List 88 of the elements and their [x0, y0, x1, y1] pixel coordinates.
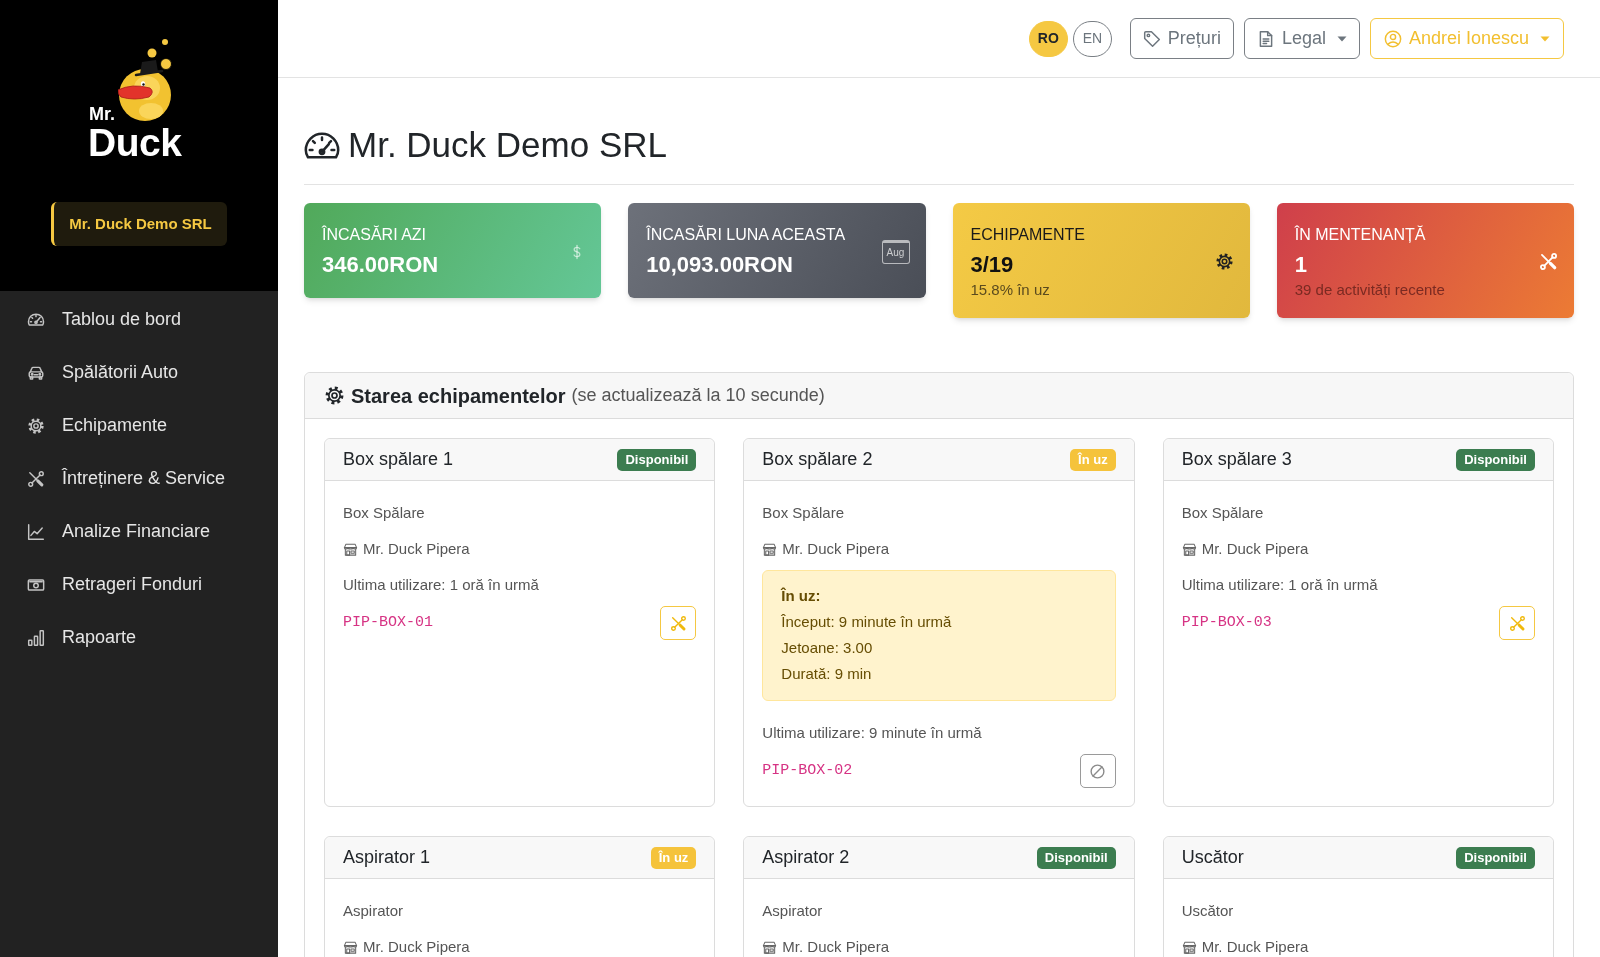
equipment-type: Box Spălare [343, 503, 426, 523]
pricing-button[interactable]: Prețuri [1129, 18, 1234, 59]
duck-logo-icon [118, 38, 174, 122]
sidebar-item[interactable]: Întreținere & Service [0, 452, 278, 505]
last-used-text: Ultima utilizare: 1 oră în urmă [1181, 575, 1379, 595]
session-detail: Durată: 9 min [781, 664, 873, 684]
caret-icon [1336, 35, 1347, 42]
stat-label: ÎNCASĂRI LUNA ACEASTA [646, 224, 846, 245]
location-label: Mr. Duck Pipera [782, 539, 890, 559]
location-label: Mr. Duck Pipera [1201, 539, 1309, 559]
equipment-code: PIP-BOX-01 [343, 613, 433, 633]
line-chart-icon [27, 522, 45, 541]
stat-label: ÎNCASĂRI AZI [322, 224, 428, 245]
maintenance-button[interactable] [1499, 606, 1535, 640]
session-detail: Început: 9 minute în urmă [781, 612, 953, 632]
maintenance-button[interactable] [660, 606, 697, 640]
stat-label: ÎN MENTENANȚĂ [1294, 224, 1427, 245]
last-used-text: Ultima utilizare: 9 minute în urmă [762, 723, 983, 743]
speedometer-icon [304, 130, 340, 160]
store-icon [1181, 541, 1197, 557]
page-title: Mr. Duck Demo SRL [348, 124, 667, 166]
card-title: Aspirator 1 [343, 846, 431, 869]
store-icon [762, 939, 778, 955]
equipment-type: Aspirator [343, 901, 405, 921]
store-icon [1181, 939, 1197, 955]
stat-note: 39 de activități recente [1294, 280, 1445, 300]
stat-label: ECHIPAMENTE [970, 225, 1085, 245]
panel-title: Starea echipamentelor [351, 383, 566, 409]
session-detail: Jetoane: 3.00 [781, 638, 874, 658]
logo-text: Mr. [89, 105, 115, 123]
equipment-type: Uscător [1181, 901, 1235, 921]
location-label: Mr. Duck Pipera [782, 937, 890, 957]
location-label: Mr. Duck Pipera [1201, 937, 1309, 957]
stop-button[interactable] [1079, 754, 1116, 788]
equipment-type: Box Spălare [1181, 503, 1265, 523]
location-label: Mr. Duck Pipera [363, 937, 470, 957]
card-title: Box spălare 1 [343, 448, 454, 471]
last-used-text: Ultima utilizare: 1 oră în urmă [343, 575, 540, 595]
tools-icon [1508, 614, 1526, 632]
card-title: Aspirator 2 [762, 846, 850, 869]
company-badge: Mr. Duck Demo SRL [51, 202, 227, 246]
stat-note: 15.8% în uz [970, 280, 1051, 300]
sidebar-item[interactable]: Retrageri Fonduri [0, 558, 278, 611]
location-label: Mr. Duck Pipera [363, 539, 470, 559]
panel-note: (se actualizează la 10 secunde) [571, 384, 825, 407]
stat-value: 3/19 [970, 251, 1015, 279]
calendar-icon: Aug [881, 239, 910, 264]
dropdown-button[interactable]: Legal [1243, 18, 1360, 59]
tools-icon [27, 469, 45, 488]
status-badge: Disponibil [1036, 846, 1116, 869]
store-icon [343, 541, 358, 557]
equipment-type: Aspirator [762, 901, 824, 921]
language-button[interactable]: RO [1028, 20, 1068, 57]
equipment-type: Box Spălare [762, 503, 846, 523]
gear-icon [1214, 252, 1234, 271]
status-badge: Disponibil [617, 448, 697, 471]
gear-icon [27, 416, 45, 435]
sidebar-item[interactable]: Rapoarte [0, 611, 278, 664]
tag-icon [1142, 29, 1161, 48]
card-title: Box spălare 2 [762, 448, 873, 471]
sidebar-item[interactable]: Spălătorii Auto [0, 346, 278, 399]
logo-text: Duck [88, 123, 182, 162]
gear-icon [324, 385, 345, 406]
sidebar-item[interactable]: Analize Financiare [0, 505, 278, 558]
speedometer-icon [27, 310, 45, 329]
stat-value: 346.00RON [322, 251, 439, 279]
card-title: Box spălare 3 [1181, 448, 1292, 471]
language-button[interactable]: EN [1072, 20, 1112, 57]
bar-chart-icon [27, 628, 45, 647]
sidebar-item[interactable]: Echipamente [0, 399, 278, 452]
status-badge: Disponibil [1456, 846, 1535, 869]
equipment-code: PIP-BOX-03 [1181, 613, 1272, 633]
status-badge: În uz [1070, 448, 1116, 471]
status-badge: În uz [650, 846, 697, 869]
ban-icon [1089, 762, 1107, 780]
tools-icon [669, 614, 687, 632]
equipment-code: PIP-BOX-02 [762, 761, 853, 781]
card-title: Uscător [1181, 846, 1244, 869]
caret-icon [1540, 35, 1550, 42]
session-title: În uz: [781, 586, 822, 606]
status-badge: Disponibil [1456, 448, 1535, 471]
store-icon [343, 939, 358, 955]
store-icon [762, 541, 778, 557]
tools-icon [1539, 252, 1558, 271]
stat-value: 1 [1294, 251, 1308, 279]
sidebar-item[interactable]: Tablou de bord [0, 293, 278, 346]
stat-value: 10,093.00RON [646, 251, 794, 279]
user-icon [1383, 29, 1402, 48]
